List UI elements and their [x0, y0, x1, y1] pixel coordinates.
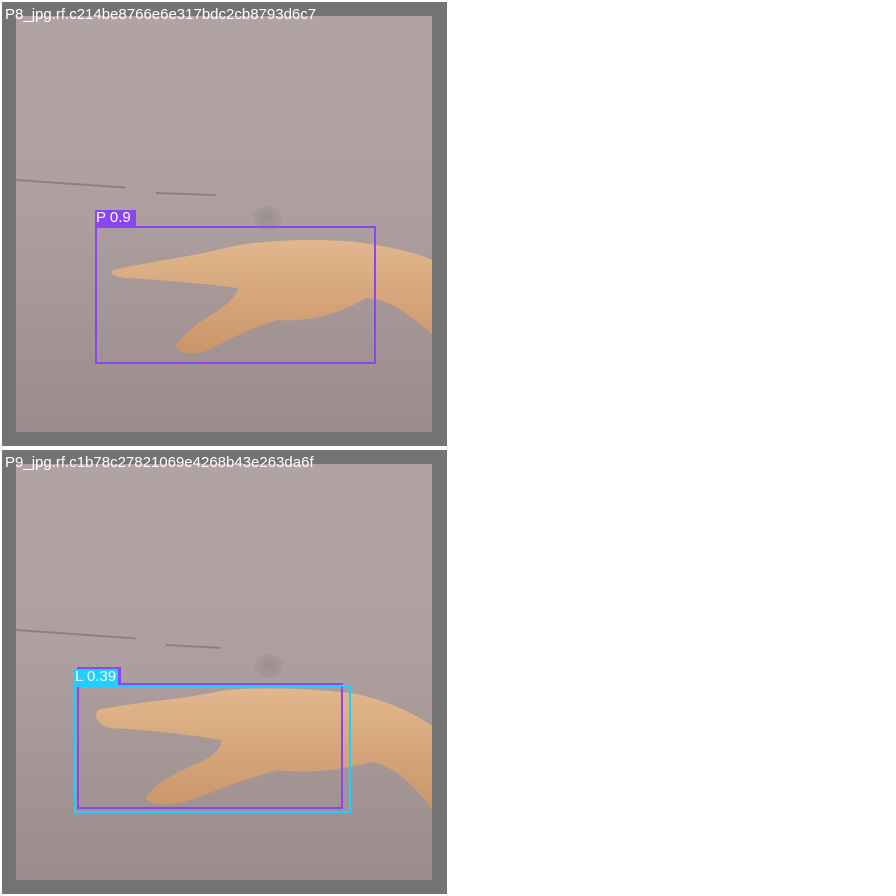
- bbox-label-l: L 0.39: [74, 669, 118, 685]
- bbox-p: [95, 226, 376, 364]
- result-tile-2: P9_jpg.rf.c1b78c27821069e4268b43e263da6f…: [2, 450, 447, 894]
- hand-photo: P 0.9: [16, 16, 432, 432]
- hand-photo: L 0.39: [16, 464, 432, 880]
- tile-title: P9_jpg.rf.c1b78c27821069e4268b43e263da6f: [5, 454, 314, 471]
- tile-title: P8_jpg.rf.c214be8766e6e317bdc2cb8793d6c7: [5, 6, 317, 23]
- hand-image: [111, 240, 432, 354]
- result-tile-1: P8_jpg.rf.c214be8766e6e317bdc2cb8793d6c7…: [2, 2, 447, 446]
- bbox-label-p: P 0.9: [95, 210, 136, 226]
- bbox-l: [74, 685, 351, 813]
